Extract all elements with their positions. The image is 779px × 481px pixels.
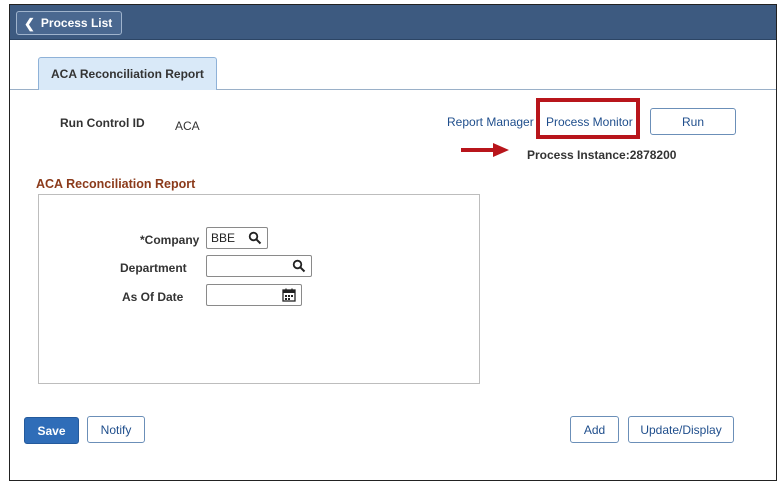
save-button[interactable]: Save bbox=[24, 417, 79, 444]
process-instance-text: Process Instance:2878200 bbox=[527, 148, 677, 162]
update-display-button[interactable]: Update/Display bbox=[628, 416, 734, 443]
section-title: ACA Reconciliation Report bbox=[36, 177, 196, 191]
company-label: *Company bbox=[140, 233, 200, 247]
department-label: Department bbox=[120, 261, 187, 275]
run-control-id-label: Run Control ID bbox=[60, 116, 145, 130]
as-of-date-label: As Of Date bbox=[122, 290, 184, 304]
as-of-date-field[interactable] bbox=[206, 284, 302, 306]
back-button-label: Process List bbox=[40, 16, 113, 30]
run-control-id-value: ACA bbox=[175, 119, 200, 133]
tab-aca-reconciliation-report[interactable]: ACA Reconciliation Report bbox=[38, 57, 217, 90]
company-value: BBE bbox=[211, 231, 236, 245]
top-bar: ❮ Process List bbox=[10, 5, 776, 40]
department-field[interactable] bbox=[206, 255, 312, 277]
tab-strip: ACA Reconciliation Report bbox=[10, 40, 776, 90]
company-field[interactable]: BBE bbox=[206, 227, 268, 249]
arrow-right-icon bbox=[461, 143, 509, 157]
chevron-left-icon: ❮ bbox=[24, 15, 35, 31]
search-icon[interactable] bbox=[292, 259, 306, 273]
process-monitor-link[interactable]: Process Monitor bbox=[546, 115, 633, 129]
add-button[interactable]: Add bbox=[570, 416, 619, 443]
notify-button[interactable]: Notify bbox=[87, 416, 145, 443]
run-button[interactable]: Run bbox=[650, 108, 736, 135]
search-icon[interactable] bbox=[248, 231, 262, 245]
calendar-icon[interactable] bbox=[282, 288, 296, 302]
report-manager-link[interactable]: Report Manager bbox=[447, 115, 534, 129]
process-list-back-button[interactable]: ❮ Process List bbox=[16, 11, 123, 35]
page-frame: ❮ Process List ACA Reconciliation Report… bbox=[9, 4, 777, 481]
